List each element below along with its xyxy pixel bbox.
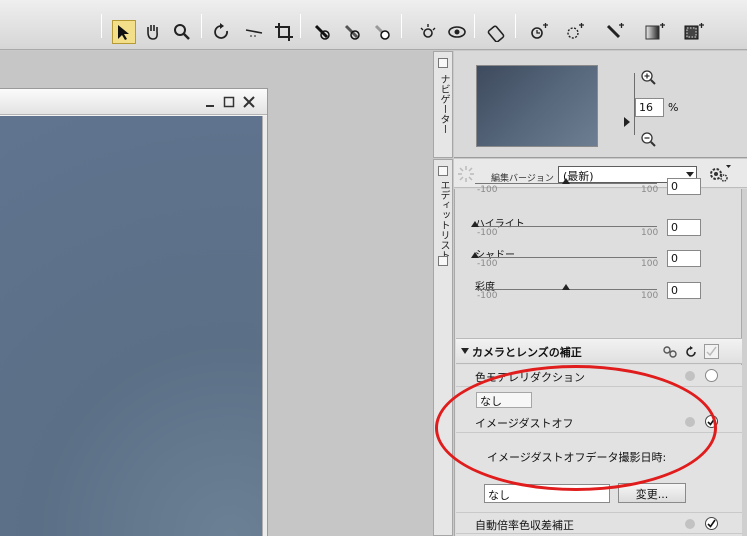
image-scrollbar[interactable] [262,116,267,536]
slider-value-input[interactable]: 0 [667,282,701,299]
edit-list-panel: 編集バージョン (最新) -100 100 0 ハイライト -100 100 0 シャドー -1… [454,159,747,536]
auto-ca-row: 自動倍率色収差補正 [456,512,742,534]
image-window-titlebar [0,89,267,115]
navigator-tab[interactable]: ナビゲーター [433,51,453,158]
reset-icon[interactable] [684,345,698,359]
section-enable-checkbox[interactable] [704,344,719,359]
slider-min: -100 [477,291,498,301]
slider-track[interactable] [475,257,657,258]
slider-min: -100 [477,228,498,238]
gray-point-dropper-icon[interactable] [340,20,364,44]
slider-thumb[interactable] [562,284,570,290]
workspace [0,51,433,536]
slider-thumb[interactable] [562,178,570,184]
hand-icon[interactable] [141,20,165,44]
slider-track[interactable] [475,226,657,227]
navigator-tab-label: ナビゲーター [438,74,449,134]
crop-icon[interactable] [272,20,296,44]
collapse-triangle-icon[interactable] [461,348,469,354]
straighten-icon[interactable] [242,20,266,44]
slider-max: 100 [641,228,659,238]
brush-icon[interactable] [603,20,627,44]
auto-ca-label: 自動倍率色収差補正 [475,519,574,532]
slider-value-input[interactable]: 0 [667,250,701,267]
status-dot-icon [685,519,695,529]
edit-list-body: -100 100 0 ハイライト -100 100 0 シャドー -100 100 0 彩度 -100 1… [454,178,742,536]
red-eye-icon[interactable] [416,20,440,44]
slider-row: シャドー -100 100 0 [471,246,727,276]
moire-reduction-toggle[interactable] [705,369,718,382]
close-icon[interactable] [242,95,256,109]
camera-lens-section-body: 色モアレリダクション なし イメージダストオフ イメージダストオフデータ撮影日時… [456,365,742,536]
black-point-dropper-icon[interactable] [310,20,334,44]
slider-row: -100 100 0 [475,178,727,213]
image-dust-off-row: イメージダストオフ [456,411,742,433]
dust-off-date-label: イメージダストオフデータ撮影日時: [487,451,667,464]
collapse-icon[interactable] [438,58,448,68]
image-canvas[interactable] [0,116,262,536]
gear-icon[interactable] [707,164,731,184]
status-dot-icon [685,417,695,427]
moire-reduction-row: 色モアレリダクション [456,365,742,387]
toolbar-separator [474,14,475,38]
image-dust-off-label: イメージダストオフ [475,417,574,430]
moire-reduction-select[interactable]: なし [476,392,532,408]
moire-reduction-label: 色モアレリダクション [475,371,585,384]
zoom-in-icon[interactable] [640,69,656,85]
busy-spinner-icon [458,166,474,182]
toolbar-separator [201,14,202,38]
expand-icon[interactable] [438,256,448,266]
collapse-icon[interactable] [438,166,448,176]
slider-row: ハイライト -100 100 0 [471,215,727,245]
zoom-slider-thumb[interactable] [624,117,630,127]
eye-icon[interactable] [445,20,469,44]
slider-min: -100 [477,185,498,195]
auto-ca-toggle[interactable] [705,517,718,530]
auto-retouch-icon[interactable] [484,20,508,44]
link-icon[interactable] [662,345,678,359]
toolbar-separator [300,14,301,38]
slider-value-input[interactable]: 0 [667,219,701,236]
gradient-icon[interactable] [643,20,667,44]
slider-value-input[interactable]: 0 [667,178,701,195]
fill-icon[interactable] [682,20,706,44]
change-button[interactable]: 変更... [618,483,686,503]
dust-off-date-field[interactable]: なし [484,484,610,503]
toolbar-separator [515,14,516,38]
toolbar-separator [401,14,402,38]
status-dot-icon [685,371,695,381]
edit-list-tab[interactable]: エディットリスト [433,159,453,536]
section-title: カメラとレンズの補正 [472,346,582,359]
zoom-input[interactable]: 16 [635,98,664,117]
zoom-unit: % [668,101,679,114]
slider-row: 彩度 -100 100 0 [475,278,727,308]
chevron-down-icon [686,172,694,177]
toolbar [0,0,747,50]
maximize-icon[interactable] [222,95,236,109]
select-arrow-icon[interactable] [112,20,136,44]
image-dust-off-toggle[interactable] [705,415,718,428]
navigator-panel: 16 % [454,51,747,158]
image-window [0,88,268,536]
edit-list-tab-label: エディットリスト [438,180,449,260]
edit-list-scrollbar[interactable] [742,189,747,536]
zoom-out-icon[interactable] [640,131,656,147]
zoom-icon[interactable] [170,20,194,44]
slider-thumb[interactable] [471,252,479,258]
rotate-icon[interactable] [210,20,234,44]
toolbar-separator [101,14,102,38]
camera-lens-section-header[interactable]: カメラとレンズの補正 [456,338,742,364]
white-point-dropper-icon[interactable] [370,20,394,44]
slider-max: 100 [641,291,659,301]
slider-thumb[interactable] [471,221,479,227]
minimize-icon[interactable] [203,95,217,109]
navigator-thumbnail[interactable] [476,65,598,147]
slider-min: -100 [477,259,498,269]
selection-lasso-icon[interactable] [563,20,587,44]
slider-max: 100 [641,259,659,269]
slider-max: 100 [641,185,659,195]
control-point-icon[interactable] [527,20,551,44]
